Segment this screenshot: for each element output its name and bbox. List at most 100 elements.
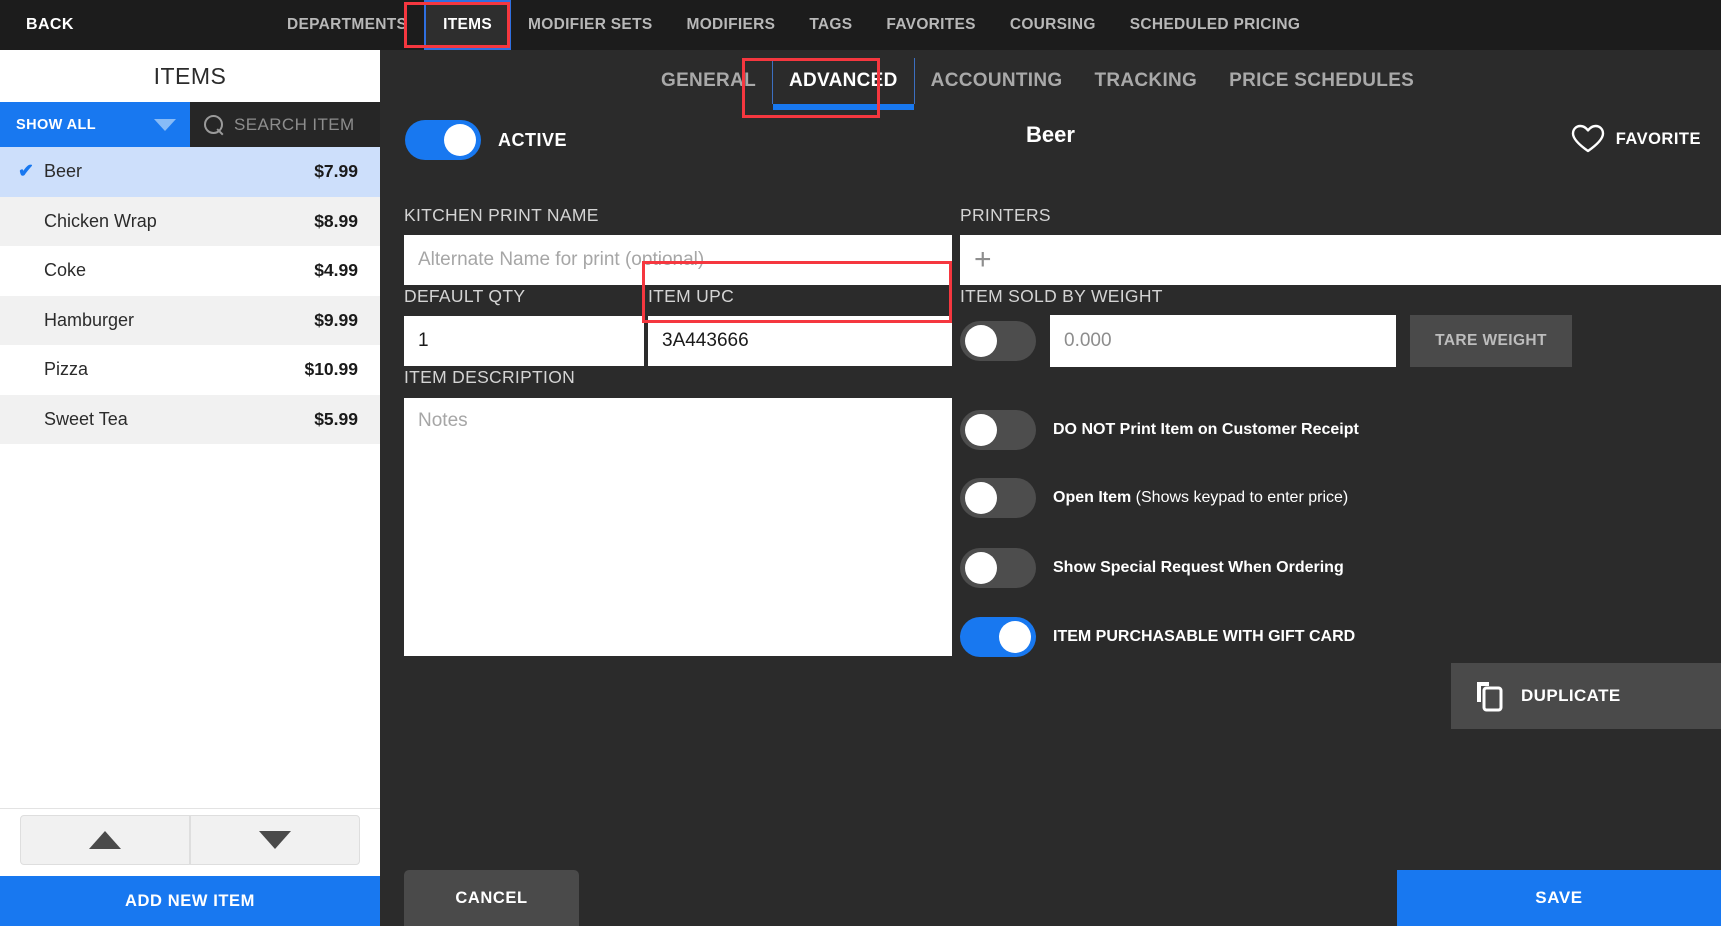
printers-add-field[interactable]: + [960,235,1721,285]
toggle-knob [999,621,1031,653]
list-item[interactable]: Hamburger$9.99 [0,296,380,346]
item-list: ✔Beer$7.99Chicken Wrap$8.99Coke$4.99Hamb… [0,147,380,751]
favorite-button[interactable]: FAVORITE [1571,124,1701,154]
option-toggle-row: ITEM PURCHASABLE WITH GIFT CARD [960,617,1355,657]
item-description-label: ITEM DESCRIPTION [404,367,575,388]
copy-icon [1473,679,1507,713]
add-new-item-button[interactable]: ADD NEW ITEM [0,876,380,926]
option-toggle-label-main: ITEM PURCHASABLE WITH GIFT CARD [1053,628,1355,645]
list-item[interactable]: Pizza$10.99 [0,345,380,395]
option-toggle[interactable] [960,548,1036,588]
weight-value-input[interactable]: 0.000 [1050,315,1396,367]
tab-tracking[interactable]: TRACKING [1078,58,1213,104]
list-item-price: $9.99 [314,310,358,331]
top-navigation-bar: BACK DEPARTMENTSITEMSMODIFIER SETSMODIFI… [0,0,1721,50]
scroll-down-button[interactable] [190,815,360,865]
show-all-label: SHOW ALL [16,117,96,133]
option-toggle-row: Open Item (Shows keypad to enter price) [960,478,1348,518]
item-detail-panel: GENERALADVANCEDACCOUNTINGTRACKINGPRICE S… [380,50,1721,926]
option-toggle-label-suffix: (Shows keypad to enter price) [1131,489,1348,506]
chevron-down-icon [154,119,176,131]
add-new-item-label: ADD NEW ITEM [125,892,255,911]
toggle-knob [965,482,997,514]
list-item-name: Chicken Wrap [44,211,314,232]
nav-tab-favorites[interactable]: FAVORITES [869,0,992,50]
list-item-price: $10.99 [304,359,358,380]
list-item-price: $4.99 [314,260,358,281]
list-item-price: $5.99 [314,409,358,430]
sidebar-title: ITEMS [0,50,380,102]
option-toggle-row: Show Special Request When Ordering [960,548,1344,588]
tab-advanced[interactable]: ADVANCED [772,58,915,104]
option-toggle-label-main: Show Special Request When Ordering [1053,559,1344,576]
heart-outline-icon [1571,124,1605,154]
list-item-name: Pizza [44,359,304,380]
sidebar-filter-bar: SHOW ALL SEARCH ITEM [0,102,380,147]
save-label: SAVE [1535,888,1582,908]
toggle-knob [965,414,997,446]
duplicate-button[interactable]: DUPLICATE [1451,663,1721,729]
kitchen-print-name-label: KITCHEN PRINT NAME [404,205,599,226]
triangle-up-icon [89,831,121,849]
default-qty-input[interactable]: 1 [404,316,644,366]
item-sold-by-weight-label: ITEM SOLD BY WEIGHT [960,286,1163,307]
show-all-dropdown[interactable]: SHOW ALL [0,102,190,147]
kitchen-print-name-input[interactable]: Alternate Name for print (optional) [404,235,952,285]
option-toggle-label-main: Open Item [1053,489,1131,506]
list-item[interactable]: Chicken Wrap$8.99 [0,197,380,247]
toggle-knob [965,325,997,357]
detail-subtabs: GENERALADVANCEDACCOUNTINGTRACKINGPRICE S… [380,50,1721,112]
tab-accounting[interactable]: ACCOUNTING [915,58,1079,104]
default-qty-label: DEFAULT QTY [404,286,525,307]
item-sold-by-weight-row: 0.000 TARE WEIGHT [960,315,1572,367]
item-sold-by-weight-toggle[interactable] [960,321,1036,361]
nav-tab-scheduled-pricing[interactable]: SCHEDULED PRICING [1113,0,1317,50]
tab-price-schedules[interactable]: PRICE SCHEDULES [1213,58,1430,104]
list-item[interactable]: Sweet Tea$5.99 [0,395,380,445]
search-input[interactable]: SEARCH ITEM [190,102,380,147]
page-title: Beer [380,122,1721,148]
nav-tab-coursing[interactable]: COURSING [993,0,1113,50]
back-label: BACK [26,16,74,34]
list-item[interactable]: ✔Beer$7.99 [0,147,380,197]
cancel-label: CANCEL [455,889,527,908]
plus-icon: + [974,245,992,275]
nav-tab-tags[interactable]: TAGS [792,0,869,50]
top-nav-tabs: DEPARTMENTSITEMSMODIFIER SETSMODIFIERSTA… [270,0,1317,50]
tare-weight-button[interactable]: TARE WEIGHT [1410,315,1572,367]
printers-label: PRINTERS [960,205,1051,226]
option-toggle-label: Show Special Request When Ordering [1053,559,1344,577]
pos-item-editor-screen: BACK DEPARTMENTSITEMSMODIFIER SETSMODIFI… [0,0,1721,926]
list-scroll-controls [0,808,380,870]
list-item-name: Sweet Tea [44,409,314,430]
back-button[interactable]: BACK [26,0,74,50]
list-item-price: $7.99 [314,161,358,182]
check-icon: ✔ [18,160,44,183]
option-toggle-label: ITEM PURCHASABLE WITH GIFT CARD [1053,628,1355,646]
save-button[interactable]: SAVE [1397,870,1721,926]
scroll-up-button[interactable] [20,815,190,865]
nav-tab-modifiers[interactable]: MODIFIERS [669,0,792,50]
list-item-price: $8.99 [314,211,358,232]
favorite-label: FAVORITE [1616,130,1701,149]
list-item[interactable]: Coke$4.99 [0,246,380,296]
option-toggle-label: DO NOT Print Item on Customer Receipt [1053,421,1359,439]
item-upc-label: ITEM UPC [648,286,734,307]
item-upc-input[interactable]: 3A443666 [648,316,952,366]
triangle-down-icon [259,831,291,849]
nav-tab-items[interactable]: ITEMS [424,0,511,50]
option-toggle[interactable] [960,478,1036,518]
nav-tab-modifier-sets[interactable]: MODIFIER SETS [511,0,669,50]
search-icon [204,115,224,135]
option-toggle[interactable] [960,410,1036,450]
toggle-knob [965,552,997,584]
list-item-name: Beer [44,161,314,182]
item-description-input[interactable]: Notes [404,398,952,656]
option-toggle-row: DO NOT Print Item on Customer Receipt [960,410,1359,450]
cancel-button[interactable]: CANCEL [404,870,579,926]
tab-general[interactable]: GENERAL [645,58,772,104]
option-toggle-label-main: DO NOT Print Item on Customer Receipt [1053,421,1359,438]
nav-tab-departments[interactable]: DEPARTMENTS [270,0,424,50]
search-placeholder: SEARCH ITEM [234,115,355,135]
option-toggle[interactable] [960,617,1036,657]
